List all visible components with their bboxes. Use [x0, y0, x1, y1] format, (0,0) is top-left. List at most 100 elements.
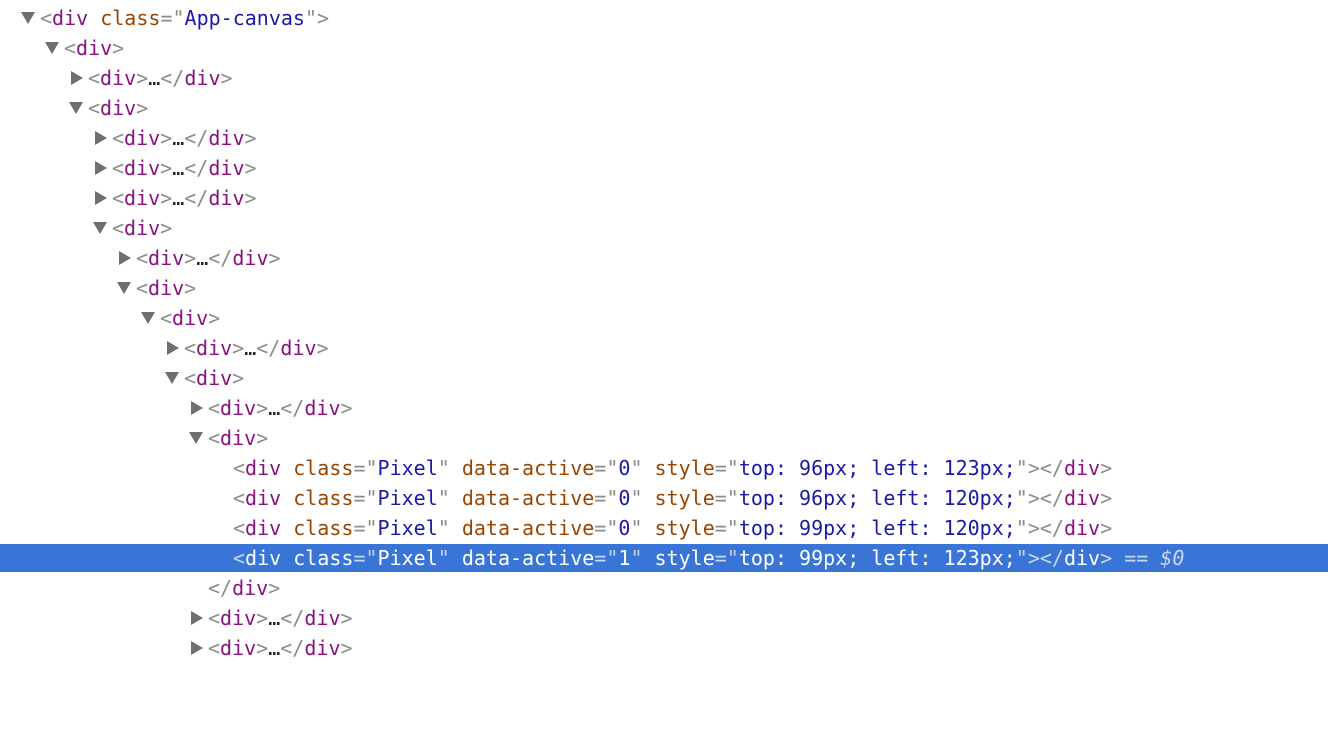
attribute-name: data-active	[461, 546, 595, 570]
attribute-name: class	[293, 456, 354, 480]
tag-name: div	[220, 426, 257, 450]
tree-row-div[interactable]: <div>	[0, 424, 1328, 452]
tag-name: div	[245, 456, 282, 480]
tag-name: div	[232, 246, 269, 270]
tag-name: div	[52, 6, 89, 30]
tree-row-div[interactable]: <div>	[0, 274, 1328, 302]
elements-tree: <div class="App-canvas"> <div> <div>…</d…	[0, 0, 1328, 660]
tree-row-div[interactable]: <div>	[0, 304, 1328, 332]
console-reference-marker: == $0	[1124, 546, 1185, 570]
tag-name: div	[124, 216, 161, 240]
tree-row-div[interactable]: <div>	[0, 214, 1328, 242]
ellipsis[interactable]: …	[268, 606, 280, 630]
triangle-collapsed-icon[interactable]	[191, 401, 203, 415]
attribute-value: Pixel	[377, 516, 438, 540]
tag-name: div	[124, 186, 161, 210]
attribute-name: class	[293, 516, 354, 540]
tree-row-div-collapsed[interactable]: <div>…</div>	[0, 64, 1328, 92]
ellipsis[interactable]: …	[172, 126, 184, 150]
attribute-value: Pixel	[377, 456, 438, 480]
triangle-collapsed-icon[interactable]	[95, 191, 107, 205]
triangle-expanded-icon[interactable]	[141, 312, 155, 324]
tree-row-div[interactable]: <div>	[0, 364, 1328, 392]
tag-name: div	[232, 576, 269, 600]
attribute-name: class	[293, 546, 354, 570]
tag-name: div	[148, 246, 185, 270]
tag-name: div	[1063, 456, 1101, 480]
tag-name: div	[196, 336, 233, 360]
tree-row-pixel-selected[interactable]: <div class="Pixel" data-active="1" style…	[0, 544, 1328, 572]
tree-row-div-collapsed[interactable]: <div>…</div>	[0, 244, 1328, 272]
tree-row-pixel[interactable]: <div class="Pixel" data-active="0" style…	[0, 454, 1328, 482]
tag-name: div	[148, 276, 185, 300]
attribute-value: 0	[618, 456, 631, 480]
tag-name: div	[304, 636, 341, 660]
triangle-collapsed-icon[interactable]	[167, 341, 179, 355]
tag-name: div	[76, 36, 113, 60]
tag-name: div	[196, 366, 233, 390]
tag-name: div	[124, 156, 161, 180]
triangle-expanded-icon[interactable]	[69, 102, 83, 114]
tag-name: div	[304, 606, 341, 630]
tree-row-pixel[interactable]: <div class="Pixel" data-active="0" style…	[0, 514, 1328, 542]
ellipsis[interactable]: …	[268, 396, 280, 420]
tree-row-div-collapsed[interactable]: <div>…</div>	[0, 634, 1328, 662]
attribute-name: data-active	[461, 456, 595, 480]
attribute-name: style	[654, 516, 715, 540]
triangle-collapsed-icon[interactable]	[71, 71, 83, 85]
triangle-collapsed-icon[interactable]	[95, 161, 107, 175]
attribute-value: Pixel	[377, 486, 438, 510]
attribute-value: 0	[618, 516, 631, 540]
attribute-name: style	[654, 486, 715, 510]
attribute-name: class	[100, 6, 161, 30]
attribute-name: class	[293, 486, 354, 510]
triangle-expanded-icon[interactable]	[165, 372, 179, 384]
tree-row-pixel[interactable]: <div class="Pixel" data-active="0" style…	[0, 484, 1328, 512]
tree-row-div-collapsed[interactable]: <div>…</div>	[0, 604, 1328, 632]
triangle-expanded-icon[interactable]	[45, 42, 59, 54]
tree-row-div-collapsed[interactable]: <div>…</div>	[0, 334, 1328, 362]
attribute-name: style	[654, 456, 715, 480]
tag-name: div	[124, 126, 161, 150]
ellipsis[interactable]: …	[148, 66, 160, 90]
tag-name: div	[1063, 486, 1101, 510]
tag-name: div	[1063, 546, 1101, 570]
tag-name: div	[100, 66, 137, 90]
attribute-value: Pixel	[377, 546, 438, 570]
attribute-value: App-canvas	[184, 6, 305, 30]
triangle-collapsed-icon[interactable]	[95, 131, 107, 145]
tree-row-div-collapsed[interactable]: <div>…</div>	[0, 154, 1328, 182]
tag-name: div	[184, 66, 221, 90]
tag-name: div	[100, 96, 137, 120]
tree-row-div-collapsed[interactable]: <div>…</div>	[0, 184, 1328, 212]
triangle-expanded-icon[interactable]	[93, 222, 107, 234]
triangle-collapsed-icon[interactable]	[119, 251, 131, 265]
tag-name: div	[172, 306, 209, 330]
tag-name: div	[245, 516, 282, 540]
triangle-expanded-icon[interactable]	[117, 282, 131, 294]
triangle-collapsed-icon[interactable]	[191, 641, 203, 655]
tag-name: div	[245, 546, 282, 570]
tree-row-div-collapsed[interactable]: <div>…</div>	[0, 394, 1328, 422]
tree-row-div[interactable]: <div>	[0, 34, 1328, 62]
ellipsis[interactable]: …	[244, 336, 256, 360]
attribute-value: 1	[618, 546, 631, 570]
ellipsis[interactable]: …	[196, 246, 208, 270]
tag-name: div	[280, 336, 317, 360]
ellipsis[interactable]: …	[172, 156, 184, 180]
tree-row-div[interactable]: <div>	[0, 94, 1328, 122]
attribute-value: top: 99px; left: 123px;	[738, 546, 1016, 570]
tree-row-app-canvas[interactable]: <div class="App-canvas">	[0, 4, 1328, 32]
attribute-value: 0	[618, 486, 631, 510]
tag-name: div	[208, 156, 245, 180]
tree-row-div-collapsed[interactable]: <div>…</div>	[0, 124, 1328, 152]
ellipsis[interactable]: …	[268, 636, 280, 660]
tag-name: div	[220, 636, 257, 660]
attribute-value: top: 99px; left: 120px;	[738, 516, 1016, 540]
tag-name: div	[304, 396, 341, 420]
tree-row-closing-tag[interactable]: </div>	[0, 574, 1328, 602]
triangle-expanded-icon[interactable]	[189, 432, 203, 444]
triangle-expanded-icon[interactable]	[21, 12, 35, 24]
ellipsis[interactable]: …	[172, 186, 184, 210]
triangle-collapsed-icon[interactable]	[191, 611, 203, 625]
